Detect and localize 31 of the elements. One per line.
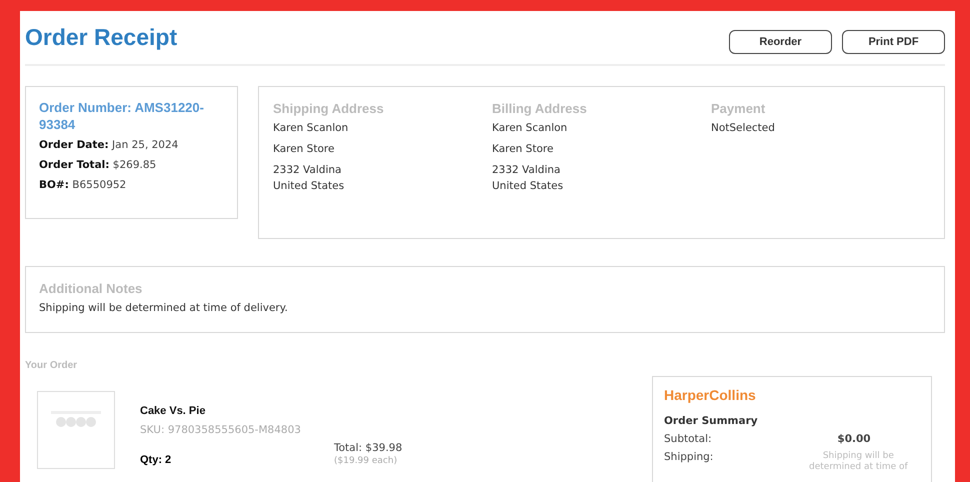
section-heading: Shipping Address [273,101,385,116]
section-heading: Your Order [25,360,78,371]
action-button[interactable]: Print PDF [842,30,945,54]
address-line: NotSelected [711,121,776,136]
address-line: Karen Scanlon [492,121,568,136]
summary-label: Shipping: [664,451,714,465]
order-field: Order Date: Jan 25, 2024 [39,139,224,151]
product-total: Total: $39.98 [334,442,402,454]
unit-price: ($19.99 each) [334,456,398,466]
section-heading: Payment [711,101,766,116]
order-number: Order Number: AMS31220-93384 [39,99,205,133]
summary-label: Subtotal: [664,433,713,445]
address-line: Karen Store [492,142,554,157]
order-field: Order Total: $269.85 [39,159,224,171]
address-line: Karen Scanlon [273,121,350,136]
address-line: Karen Store [273,142,336,157]
address-line: 2332 Valdina United States [492,163,564,194]
action-button[interactable]: Reorder [729,30,832,54]
summary-value: Shipping will be determined at time of [808,451,909,473]
publisher-name: HarperCollins [664,387,757,403]
summary-value: $0.00 [836,433,872,445]
order-field: BO#: B6550952 [39,179,224,191]
product-sku: SKU: 9780358555605-M84803 [140,424,302,436]
notes-text: Shipping will be determined at time of delivery. [39,301,289,316]
address-line: 2332 Valdina United States [273,163,346,194]
product-quantity: Qty: 2 [140,453,172,466]
page-title: Order Receipt [25,24,178,51]
summary-heading: Order Summary [664,415,759,427]
section-heading: Billing Address [492,101,588,116]
section-heading: Additional Notes [39,281,144,296]
product-name: Cake Vs. Pie [140,405,206,417]
